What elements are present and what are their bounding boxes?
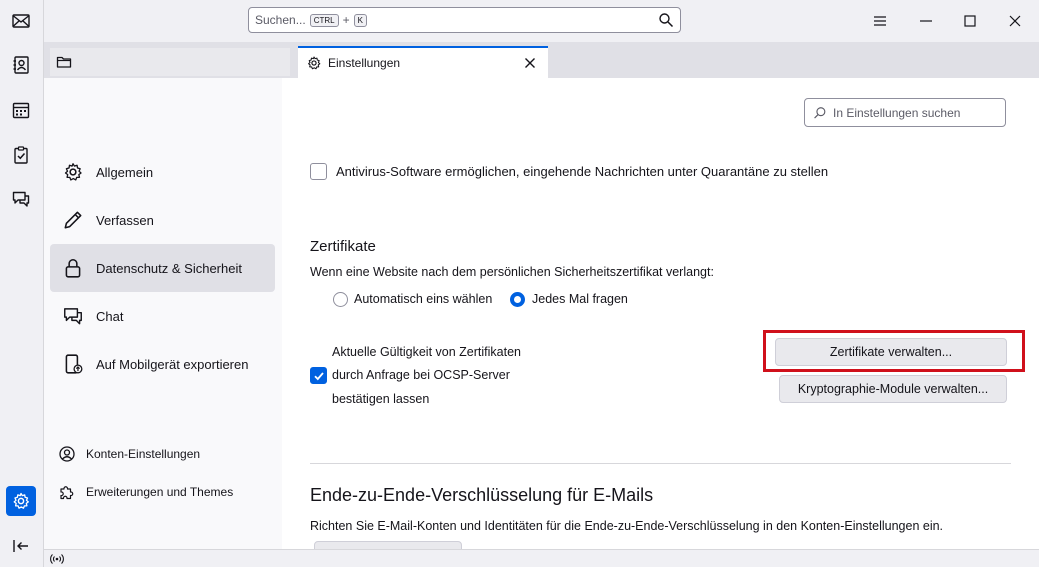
- nav-item-label: Allgemein: [96, 164, 154, 180]
- lock-icon: [65, 258, 81, 278]
- global-search-placeholder: Suchen...: [255, 13, 306, 27]
- radio-auto-select[interactable]: [333, 292, 348, 307]
- spaces-toolbar: [0, 0, 44, 567]
- settings-space-button[interactable]: [6, 486, 36, 516]
- app-menu-button[interactable]: [867, 8, 893, 34]
- tab-mail-folder[interactable]: [50, 48, 290, 76]
- e2e-description: Richten Sie E-Mail-Konten und Identitäte…: [310, 519, 944, 533]
- calendar-icon: [12, 102, 30, 119]
- nav-item-compose[interactable]: Verfassen: [50, 196, 275, 244]
- puzzle-icon: [60, 486, 74, 500]
- radio-auto-select-label: Automatisch eins wählen: [354, 292, 493, 306]
- tab-bar: Einstellungen: [44, 42, 1039, 78]
- settings-content: In Einstellungen suchen Antivirus-Softwa…: [282, 78, 1039, 549]
- address-book-space-button[interactable]: [6, 50, 36, 80]
- certificates-question: Wenn eine Website nach dem persönlichen …: [310, 265, 714, 279]
- nav-item-label: Verfassen: [96, 212, 154, 228]
- e2e-button-partial[interactable]: [314, 541, 462, 549]
- chat-icon: [64, 308, 82, 325]
- close-icon: [1009, 15, 1021, 27]
- tab-settings[interactable]: Einstellungen: [298, 46, 548, 78]
- nav-item-label: Chat: [96, 308, 124, 324]
- nav-item-privacy-security[interactable]: Datenschutz & Sicherheit: [50, 244, 275, 292]
- gear-icon: [64, 163, 82, 181]
- shortcut-plus: +: [342, 13, 350, 27]
- nav-item-chat[interactable]: Chat: [50, 292, 275, 340]
- checkmark-icon: [313, 371, 324, 380]
- highlight-box: [763, 330, 1025, 372]
- tasks-icon: [14, 146, 28, 164]
- ocsp-label-line1: Aktuelle Gültigkeit von Zertifikaten: [332, 345, 521, 359]
- ocsp-label-line2: durch Anfrage bei OCSP-Server: [332, 368, 510, 382]
- folder-icon: [56, 56, 72, 68]
- nav-item-label: Datenschutz & Sicherheit: [96, 260, 242, 276]
- nav-account-settings[interactable]: Konten-Einstellungen: [58, 443, 200, 465]
- nav-item-label: Auf Mobilgerät exportieren: [96, 356, 249, 372]
- search-icon: [814, 106, 826, 119]
- collapse-spaces-button[interactable]: [6, 531, 36, 561]
- pencil-icon: [64, 211, 82, 229]
- gear-icon: [13, 492, 29, 509]
- nav-item-export-mobile[interactable]: Auf Mobilgerät exportieren: [50, 340, 275, 388]
- certificates-heading: Zertifikate: [310, 238, 376, 255]
- mobile-export-icon: [65, 354, 83, 374]
- section-divider: [310, 463, 1011, 464]
- minimize-icon: [920, 20, 932, 22]
- antivirus-label: Antivirus-Software ermöglichen, eingehen…: [336, 164, 829, 179]
- nav-addons-themes[interactable]: Erweiterungen und Themes: [58, 481, 233, 503]
- radio-ask-every-time-label: Jedes Mal fragen: [532, 292, 628, 306]
- address-book-icon: [13, 56, 29, 74]
- radio-ask-every-time[interactable]: [510, 292, 525, 307]
- nav-item-general[interactable]: Allgemein: [50, 148, 275, 196]
- hamburger-menu-icon: [874, 16, 886, 26]
- settings-search-placeholder: In Einstellungen suchen: [833, 105, 961, 120]
- settings-search-input[interactable]: In Einstellungen suchen: [804, 98, 1006, 127]
- minimize-button[interactable]: [913, 8, 939, 34]
- mail-space-button[interactable]: [6, 6, 36, 36]
- nav-small-label: Konten-Einstellungen: [86, 447, 201, 461]
- shortcut-key-k: K: [353, 13, 367, 27]
- chat-icon: [12, 191, 30, 207]
- status-bar: [44, 549, 1039, 567]
- close-tab-icon[interactable]: [522, 55, 538, 71]
- tasks-space-button[interactable]: [6, 140, 36, 170]
- ocsp-label-line3: bestätigen lassen: [332, 392, 430, 406]
- manage-crypto-modules-button[interactable]: Kryptographie-Module verwalten...: [779, 375, 1007, 403]
- e2e-heading: Ende-zu-Ende-Verschlüsselung für E-Mails: [310, 485, 654, 505]
- chat-space-button[interactable]: [6, 184, 36, 214]
- ocsp-checkbox[interactable]: [310, 367, 327, 384]
- maximize-icon: [964, 15, 976, 27]
- settings-nav: Allgemein Verfassen Datenschutz & Sicher…: [44, 78, 282, 549]
- close-window-button[interactable]: [1002, 8, 1028, 34]
- antivirus-checkbox[interactable]: [310, 163, 327, 180]
- gear-icon: [308, 56, 321, 70]
- account-icon: [59, 446, 75, 462]
- calendar-space-button[interactable]: [6, 95, 36, 125]
- titlebar: Suchen... CTRL + K: [44, 0, 1039, 42]
- online-status-icon[interactable]: [50, 552, 64, 566]
- collapse-left-icon: [13, 540, 28, 552]
- mail-icon: [12, 14, 30, 28]
- tab-settings-label: Einstellungen: [328, 56, 401, 70]
- nav-small-label: Erweiterungen und Themes: [86, 485, 234, 499]
- search-icon: [659, 13, 674, 28]
- maximize-button[interactable]: [957, 8, 983, 34]
- global-search-input[interactable]: Suchen... CTRL + K: [248, 7, 681, 33]
- shortcut-key-ctrl: CTRL: [309, 13, 339, 27]
